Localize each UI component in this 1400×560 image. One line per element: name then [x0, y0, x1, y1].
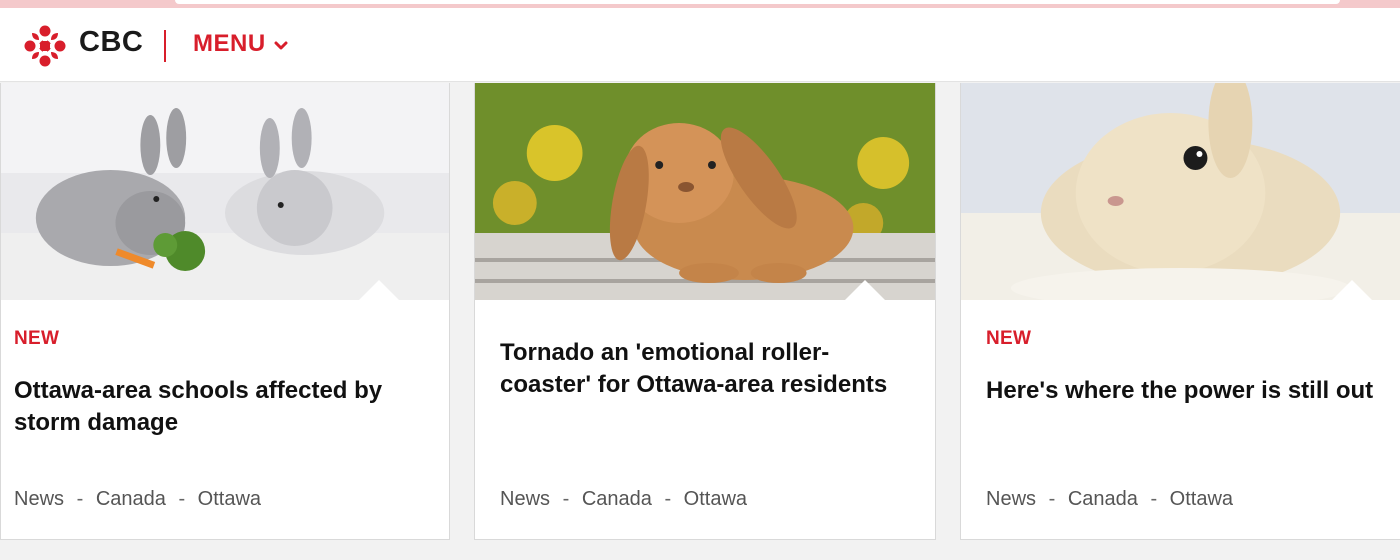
- image-notch: [844, 280, 886, 301]
- breadcrumb: News - Canada - Ottawa: [500, 488, 754, 511]
- chevron-down-icon: [274, 41, 288, 50]
- breadcrumb: News - Canada - Ottawa: [986, 488, 1240, 511]
- brand-name[interactable]: CBC: [79, 26, 143, 59]
- breadcrumb-separator: -: [1150, 488, 1158, 510]
- browser-top-strip: [0, 0, 1400, 8]
- story-card-1[interactable]: NEW Ottawa-area schools affected by stor…: [0, 83, 450, 540]
- story-image-two-rabbits[interactable]: [1, 83, 449, 300]
- story-headline[interactable]: Tornado an 'emotional roller-coaster' fo…: [500, 337, 920, 401]
- menu-label: MENU: [193, 30, 266, 57]
- image-notch: [358, 280, 400, 301]
- story-card-2[interactable]: Tornado an 'emotional roller-coaster' fo…: [474, 83, 936, 540]
- story-image-lop-rabbit[interactable]: [475, 83, 935, 300]
- site-header: CBC MENU: [0, 8, 1400, 82]
- story-headline[interactable]: Ottawa-area schools affected by storm da…: [14, 375, 434, 439]
- cbc-gem-icon[interactable]: [24, 25, 66, 67]
- story-headline[interactable]: Here's where the power is still out: [986, 375, 1398, 407]
- breadcrumb-news[interactable]: News: [500, 488, 550, 510]
- breadcrumb-canada[interactable]: Canada: [96, 488, 166, 510]
- breadcrumb-separator: -: [1048, 488, 1056, 510]
- breadcrumb-separator: -: [76, 488, 84, 510]
- breadcrumb-separator: -: [562, 488, 570, 510]
- breadcrumb-ottawa[interactable]: Ottawa: [684, 488, 747, 510]
- menu-button[interactable]: MENU: [193, 30, 288, 58]
- address-bar-edge: [175, 0, 1340, 4]
- breadcrumb-canada[interactable]: Canada: [1068, 488, 1138, 510]
- breadcrumb-ottawa[interactable]: Ottawa: [1170, 488, 1233, 510]
- breadcrumb-ottawa[interactable]: Ottawa: [198, 488, 261, 510]
- new-badge: NEW: [14, 328, 60, 349]
- breadcrumb-separator: -: [664, 488, 672, 510]
- breadcrumb-separator: -: [178, 488, 186, 510]
- breadcrumb-news[interactable]: News: [14, 488, 64, 510]
- breadcrumb: News - Canada - Ottawa: [14, 488, 268, 511]
- breadcrumb-news[interactable]: News: [986, 488, 1036, 510]
- breadcrumb-canada[interactable]: Canada: [582, 488, 652, 510]
- new-badge: NEW: [986, 328, 1032, 349]
- story-image-fluffy-bunny[interactable]: [961, 83, 1400, 300]
- header-divider: [164, 30, 166, 62]
- image-notch: [1331, 280, 1373, 301]
- story-card-3[interactable]: NEW Here's where the power is still out …: [960, 83, 1400, 540]
